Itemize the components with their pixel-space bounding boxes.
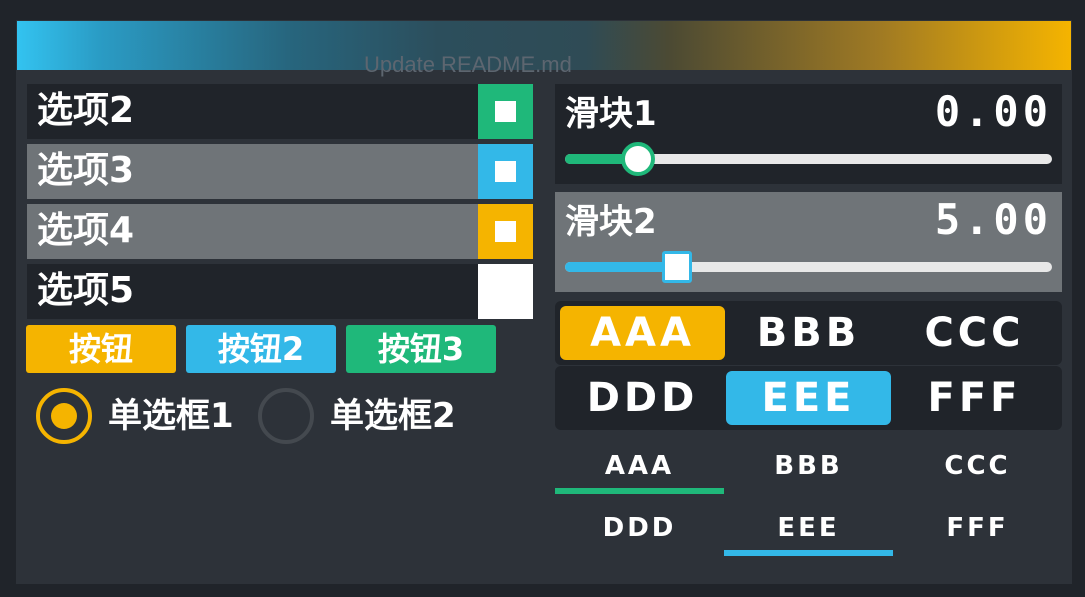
slider-title: 滑块2: [565, 202, 657, 242]
option-row-4[interactable]: 选项4: [27, 204, 533, 259]
background-commit-caption: Update README.md: [364, 52, 572, 77]
slider-value: 0.00: [934, 87, 1052, 136]
check-mark-icon: [495, 161, 516, 182]
tab-ccc[interactable]: CCC: [893, 446, 1062, 494]
tab-fff[interactable]: FFF: [893, 508, 1062, 556]
segment-fff[interactable]: FFF: [892, 371, 1057, 425]
segment-ddd[interactable]: DDD: [560, 371, 725, 425]
checkbox-option-2[interactable]: [478, 84, 533, 139]
option-label: 选项4: [37, 210, 135, 251]
slider-fill: [565, 262, 677, 272]
segmented-control-1: AAA BBB CCC: [555, 301, 1062, 365]
option-row-3[interactable]: 选项3: [27, 144, 533, 199]
slider-thumb[interactable]: [621, 142, 656, 176]
tab-bbb[interactable]: BBB: [724, 446, 893, 494]
option-row-2[interactable]: 选项2: [27, 84, 533, 139]
slider-title: 滑块1: [565, 94, 657, 134]
radio-label: 单选框1: [108, 396, 234, 436]
radio-option-1[interactable]: 单选框1: [36, 388, 251, 450]
slider-card-2: 滑块2 5.00: [555, 192, 1062, 292]
check-mark-icon: [495, 101, 516, 122]
segment-eee[interactable]: EEE: [726, 371, 891, 425]
slider-track[interactable]: [565, 262, 1052, 272]
segment-bbb[interactable]: BBB: [726, 306, 891, 360]
radio-dot-icon: [51, 403, 77, 429]
tab-eee[interactable]: EEE: [724, 508, 893, 556]
tab-label: CCC: [944, 451, 1011, 481]
option-row-5[interactable]: 选项5: [27, 264, 533, 319]
segment-aaa[interactable]: AAA: [560, 306, 725, 360]
radio-label: 单选框2: [330, 396, 456, 436]
slider-thumb[interactable]: [662, 251, 692, 283]
tab-label: AAA: [604, 451, 675, 481]
radio-circle-icon: [36, 388, 92, 444]
slider-value: 5.00: [934, 195, 1052, 244]
button-1[interactable]: 按钮: [26, 325, 176, 373]
segment-ccc[interactable]: CCC: [892, 306, 1057, 360]
tab-label: DDD: [602, 513, 677, 543]
segmented-control-2: DDD EEE FFF: [555, 366, 1062, 430]
tab-underline: [724, 550, 893, 556]
slider-card-1: 滑块1 0.00: [555, 84, 1062, 184]
radio-circle-icon: [258, 388, 314, 444]
option-label: 选项3: [37, 150, 135, 191]
button-2[interactable]: 按钮2: [186, 325, 336, 373]
checkbox-option-5[interactable]: [478, 264, 533, 319]
radio-option-2[interactable]: 单选框2: [258, 388, 488, 450]
check-mark-icon: [495, 221, 516, 242]
tab-underline: [555, 488, 724, 494]
option-label: 选项5: [37, 270, 135, 311]
tab-label: FFF: [946, 513, 1009, 543]
checkbox-option-3[interactable]: [478, 144, 533, 199]
tab-label: BBB: [774, 451, 843, 481]
tab-ddd[interactable]: DDD: [555, 508, 724, 556]
tab-label: EEE: [777, 513, 840, 543]
option-label: 选项2: [37, 90, 135, 131]
tab-aaa[interactable]: AAA: [555, 446, 724, 494]
button-3[interactable]: 按钮3: [346, 325, 496, 373]
checkbox-option-4[interactable]: [478, 204, 533, 259]
